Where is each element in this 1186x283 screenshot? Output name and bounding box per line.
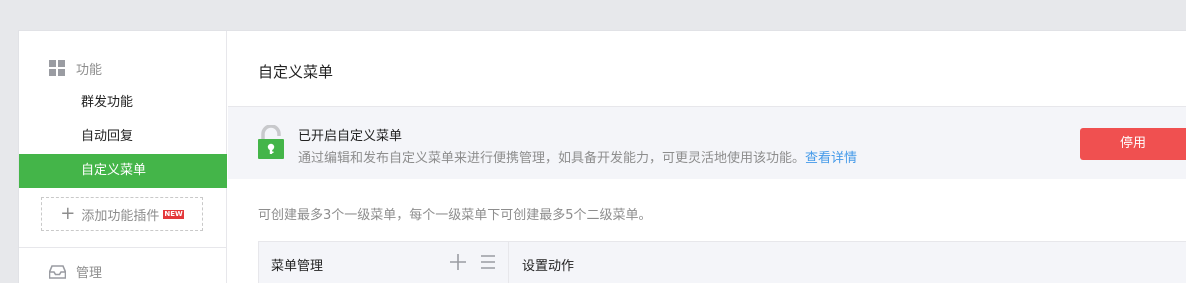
grid-icon xyxy=(49,59,66,77)
menu-tools xyxy=(448,252,498,272)
unlocked-lock-icon xyxy=(258,125,284,159)
new-badge: NEW xyxy=(163,209,184,219)
page-title: 自定义菜单 xyxy=(258,63,334,81)
menu-management-label: 菜单管理 xyxy=(271,259,324,274)
sort-list-icon[interactable] xyxy=(478,252,498,272)
add-plugin-label: 添加功能插件 xyxy=(81,208,160,224)
sidebar-section-label: 功能 xyxy=(76,62,103,78)
menu-table-header: 菜单管理 设置动作 xyxy=(258,241,1186,283)
sidebar-item-mass-send[interactable]: 群发功能 xyxy=(19,86,227,120)
notice-description-text: 通过编辑和发布自定义菜单来进行便携管理，如具备开发能力，可更灵活地使用该功能。 xyxy=(298,151,806,166)
notice-title: 已开启自定义菜单 xyxy=(298,129,403,144)
app-frame: 功能 群发功能 自动回复 自定义菜单 + 添加功能插件 NEW 管理 自定义菜单 xyxy=(18,30,1186,283)
plus-icon[interactable] xyxy=(448,252,468,272)
sidebar-item-custom-menu[interactable]: 自定义菜单 xyxy=(19,154,227,188)
notice-description: 通过编辑和发布自定义菜单来进行便携管理，如具备开发能力，可更灵活地使用该功能。查… xyxy=(298,147,857,166)
sidebar-section-function: 功能 xyxy=(49,59,103,78)
disable-menu-button[interactable]: 停用 xyxy=(1080,128,1186,160)
add-plugin-button[interactable]: + 添加功能插件 NEW xyxy=(41,197,203,231)
sidebar-section-label: 管理 xyxy=(76,266,103,281)
menu-status-notice: 已开启自定义菜单 通过编辑和发布自定义菜单来进行便携管理，如具备开发能力，可更灵… xyxy=(228,106,1186,179)
sidebar-divider xyxy=(19,247,227,248)
view-details-link[interactable]: 查看详情 xyxy=(805,151,857,166)
sidebar-item-auto-reply[interactable]: 自动回复 xyxy=(19,120,227,154)
menu-limit-hint: 可创建最多3个一级菜单，每个一级菜单下可创建最多5个二级菜单。 xyxy=(258,208,652,223)
sidebar-section-manage[interactable]: 管理 xyxy=(49,262,102,281)
main-content: 自定义菜单 已开启自定义菜单 通过编辑和发布自定义菜单来进行便携管理，如具备开发… xyxy=(228,31,1186,283)
sidebar: 功能 群发功能 自动回复 自定义菜单 + 添加功能插件 NEW 管理 xyxy=(19,31,227,283)
set-action-label: 设置动作 xyxy=(522,259,575,274)
plus-icon: + xyxy=(60,203,76,224)
menu-management-column: 菜单管理 xyxy=(259,242,509,283)
inbox-tray-icon xyxy=(49,264,66,279)
